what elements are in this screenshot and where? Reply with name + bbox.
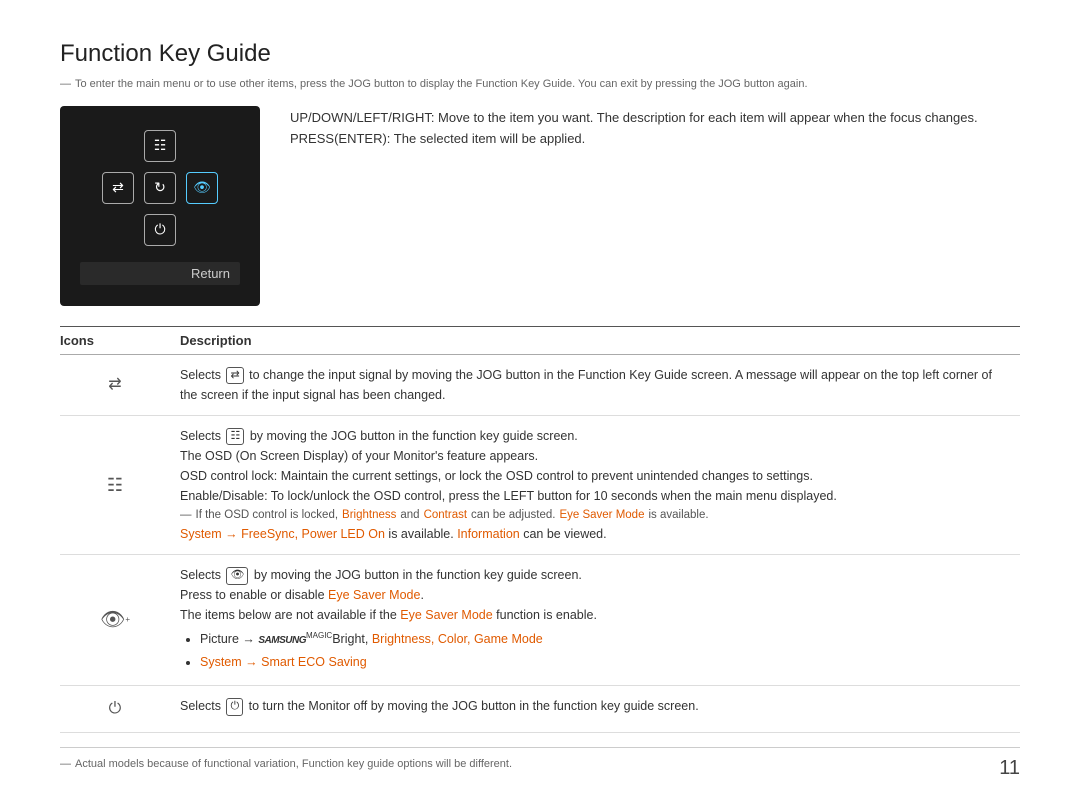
osd-grid-icon: ☷: [144, 130, 176, 162]
osd-grid-table-icon: ☷: [107, 471, 123, 500]
inline-grid-icon: ☷: [226, 428, 244, 445]
bullet-system: System → Smart ECO Saving: [200, 652, 1010, 672]
bullet-picture: Picture → SAMSUNGMAGICBright, Brightness…: [200, 629, 1010, 649]
return-bar: Return: [80, 262, 240, 285]
osd-power-icon: ⏻: [144, 214, 176, 246]
system-freesync-note: System → FreeSync, Power LED On: [180, 527, 385, 541]
content-area: ☷ ⇄ ↻ 👁 ⏻ Return UP/DOWN/LEFT/RIGHT: Mov…: [60, 106, 1020, 306]
power-table-icon: ⏻: [109, 696, 122, 722]
table-row: ⇄ Selects ⇄ to change the input signal b…: [60, 355, 1020, 416]
footer-note: Actual models because of functional vari…: [60, 747, 1020, 770]
input-signal-icon: ⇄: [108, 372, 121, 398]
direction-updown: UP/DOWN/LEFT/RIGHT: Move to the item you…: [290, 110, 1020, 125]
osd-icon-grid: ☷ ⇄ ↻ 👁 ⏻: [100, 128, 220, 248]
osd-input-icon: ⇄: [102, 172, 134, 204]
table-row: ☷ Selects ☷ by moving the JOG button in …: [60, 416, 1020, 555]
table-row: ⏻ Selects ⏻ to turn the Monitor off by m…: [60, 686, 1020, 733]
intro-note: To enter the main menu or to use other i…: [60, 78, 1020, 90]
page-number: 11: [999, 757, 1020, 780]
eye-saver-bullet-list: Picture → SAMSUNGMAGICBright, Brightness…: [200, 629, 1010, 672]
input-signal-description: Selects ⇄ to change the input signal by …: [180, 355, 1020, 416]
osd-eye-icon: 👁: [186, 172, 218, 204]
direction-enter: PRESS(ENTER): The selected item will be …: [290, 131, 1020, 146]
eye-saver-description: Selects 👁 by moving the JOG button in th…: [180, 555, 1020, 686]
function-key-table: Icons Description ⇄ Selects ⇄ to change …: [60, 326, 1020, 733]
osd-grid-description: Selects ☷ by moving the JOG button in th…: [180, 416, 1020, 555]
monitor-osd-image: ☷ ⇄ ↻ 👁 ⏻ Return: [60, 106, 260, 306]
inline-input-icon: ⇄: [226, 367, 243, 384]
osd-lock-note: If the OSD control is locked, Brightness…: [180, 506, 1010, 524]
power-description: Selects ⏻ to turn the Monitor off by mov…: [180, 686, 1020, 733]
directions-text: UP/DOWN/LEFT/RIGHT: Move to the item you…: [290, 106, 1020, 306]
inline-eye-icon: 👁: [226, 567, 248, 584]
table-row: 👁​+ Selects 👁 by moving the JOG button i…: [60, 555, 1020, 686]
col-description-header: Description: [180, 327, 1020, 355]
col-icons-header: Icons: [60, 327, 180, 355]
page-title: Function Key Guide: [60, 40, 1020, 68]
inline-power-icon: ⏻: [226, 698, 243, 715]
eye-saver-table-icon: 👁​+: [100, 604, 130, 636]
osd-return-icon: ↻: [144, 172, 176, 204]
